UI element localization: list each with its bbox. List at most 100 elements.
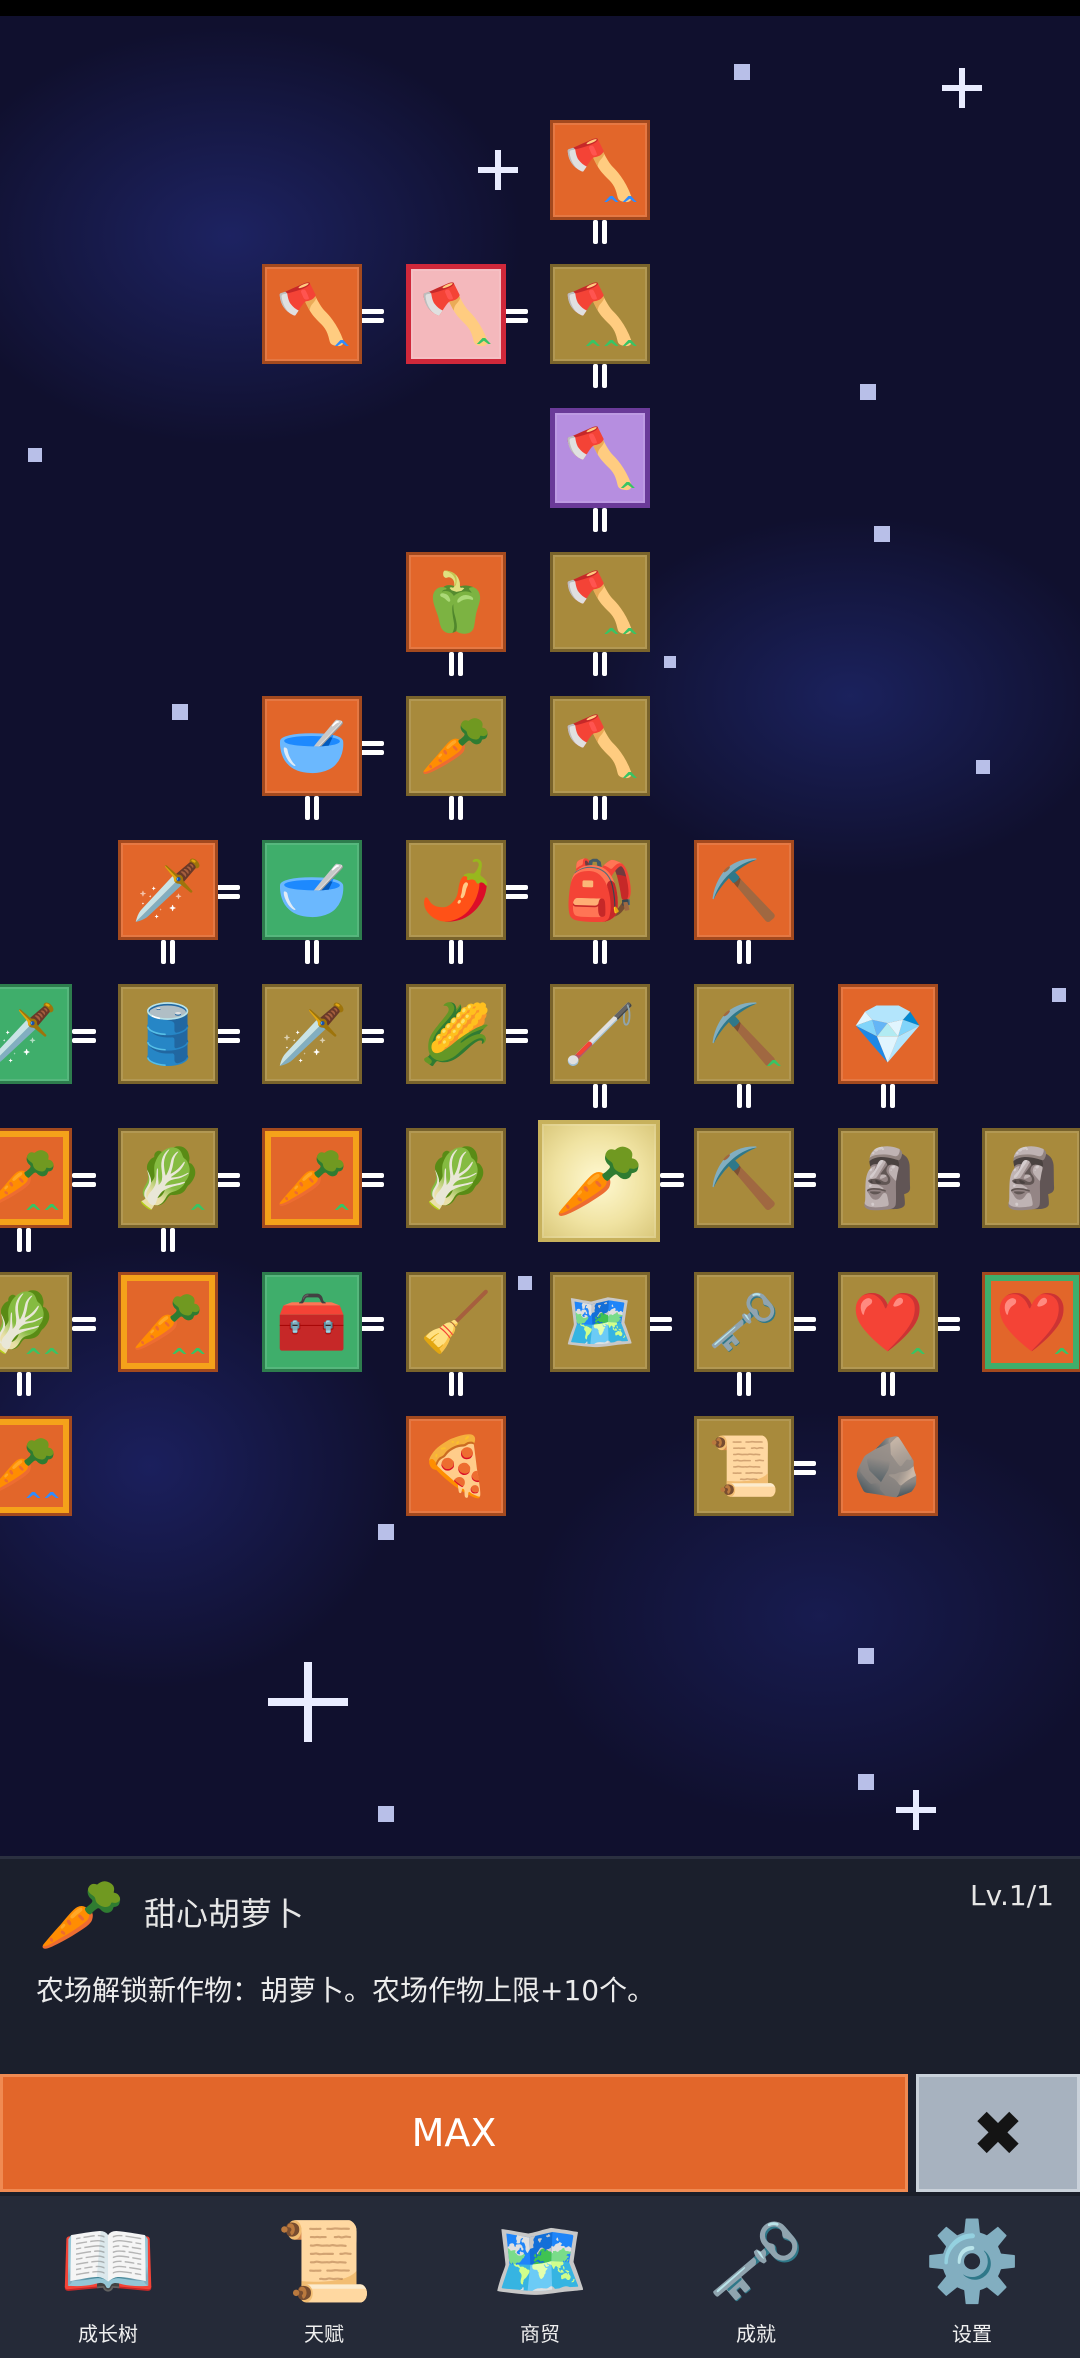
status-bar	[0, 0, 1080, 16]
skill-node-fossil[interactable]: 🪨	[838, 1416, 938, 1516]
skill-node-pickaxe[interactable]: ⛏️	[694, 1128, 794, 1228]
map-icon: 🗺️	[491, 2217, 589, 2307]
skill-node-key[interactable]: 🗝️	[694, 1272, 794, 1372]
skill-node-pickaxe[interactable]: ⛏️ ^	[694, 984, 794, 1084]
skill-tree-canvas[interactable]: 🪓 ^^ 🪓 ^ 🪓 ^ 🪓 ^^^ 🪓 ^ 🫑 🪓 ^^ 🥣 🥕 🪓 ^ 🗡️ 🥣 🌶️ 🎒…	[0, 16, 1080, 1856]
star-dot-icon	[1052, 988, 1066, 1002]
upgrade-chevron-icon: ^^	[24, 1345, 61, 1370]
tree-connector	[936, 1172, 960, 1188]
corn-icon: 🌽	[419, 1000, 493, 1068]
carrot-icon: 🥕	[0, 1437, 58, 1495]
upgrade-chevron-icon: ^	[332, 337, 351, 362]
skill-node-pickaxe[interactable]: ⛏️	[694, 840, 794, 940]
star-sparkle-icon	[268, 1662, 348, 1742]
upgrade-chevron-icon: ^^	[24, 1201, 61, 1226]
skill-info-panel: 🥕 甜心胡萝卜 Lv.1/1 农场解锁新作物：胡萝卜。农场作物上限+10个。	[0, 1856, 1080, 2077]
skill-node-map[interactable]: 🗺️	[550, 1272, 650, 1372]
tree-connector	[360, 1028, 384, 1044]
tree-connector	[16, 1372, 32, 1396]
star-dot-icon	[874, 526, 890, 542]
skill-node-pizza[interactable]: 🍕	[406, 1416, 506, 1516]
skill-node-chili[interactable]: 🌶️	[406, 840, 506, 940]
nav-label: 天赋	[304, 2322, 344, 2346]
staff-icon: 🦯	[563, 1000, 637, 1068]
cabbage-icon: 🥬	[131, 1144, 205, 1212]
skill-node-golden-sword[interactable]: 🗡️	[118, 840, 218, 940]
skill-node-soup-bowl[interactable]: 🥣	[262, 696, 362, 796]
bowl-icon: 🥣	[275, 712, 349, 780]
shovel-icon: 🪓	[563, 280, 637, 348]
skill-node-statue[interactable]: 🗿	[982, 1128, 1080, 1228]
gear-icon: ⚙️	[923, 2217, 1021, 2307]
tree-connector	[448, 1372, 464, 1396]
close-button[interactable]: ✖	[916, 2074, 1080, 2192]
nav-talent[interactable]: 📜 天赋	[216, 2196, 432, 2358]
skill-node-sword[interactable]: 🗡️	[0, 984, 72, 1084]
upgrade-chevron-icon: ^	[1052, 1345, 1071, 1370]
pickaxe-icon: ⛏️	[707, 856, 781, 924]
skill-node-barrel[interactable]: 🛢️	[118, 984, 218, 1084]
star-dot-icon	[976, 760, 990, 774]
skill-node-carrot-selected[interactable]: 🥕	[538, 1120, 660, 1242]
skill-node-cabbage[interactable]: 🥬	[406, 1128, 506, 1228]
scroll-icon: 📜	[707, 1432, 781, 1500]
skill-node-corn[interactable]: 🌽	[406, 984, 506, 1084]
sword-icon: 🗡️	[131, 856, 205, 924]
upgrade-chevron-icon: ^	[474, 335, 493, 360]
tree-connector	[592, 940, 608, 964]
skill-node-cabbage[interactable]: 🥬 ^	[118, 1128, 218, 1228]
skill-node-heart[interactable]: ❤️ ^	[982, 1272, 1080, 1372]
skill-node-chest[interactable]: 🧰	[262, 1272, 362, 1372]
tree-connector	[592, 364, 608, 388]
tree-connector	[592, 652, 608, 676]
skill-node-sword[interactable]: 🗡️	[262, 984, 362, 1084]
star-sparkle-icon	[478, 150, 518, 190]
skill-node-shovel[interactable]: 🪓 ^^	[550, 552, 650, 652]
tree-connector	[660, 1172, 684, 1188]
carrot-icon: 🥕	[0, 1149, 58, 1207]
shovel-icon: 🪓	[563, 136, 637, 204]
nav-achievement[interactable]: 🗝️ 成就	[648, 2196, 864, 2358]
tree-connector	[736, 1084, 752, 1108]
skill-node-statue[interactable]: 🗿	[838, 1128, 938, 1228]
star-sparkle-icon	[896, 1790, 936, 1830]
nav-label: 设置	[952, 2322, 992, 2346]
skill-node-shovel[interactable]: 🪓 ^	[262, 264, 362, 364]
skill-node-backpack[interactable]: 🎒	[550, 840, 650, 940]
nav-trade[interactable]: 🗺️ 商贸	[432, 2196, 648, 2358]
skill-node-crystal[interactable]: 💎	[838, 984, 938, 1084]
nav-growth-tree[interactable]: 📖 成长树	[0, 2196, 216, 2358]
skill-node-heart[interactable]: ❤️ ^	[838, 1272, 938, 1372]
skill-node-pepper[interactable]: 🫑	[406, 552, 506, 652]
skill-node-bowl[interactable]: 🥣	[262, 840, 362, 940]
star-dot-icon	[860, 384, 876, 400]
tree-connector	[72, 1172, 96, 1188]
skill-node-shovel-rare[interactable]: 🪓 ^	[406, 264, 506, 364]
skill-node-carrot[interactable]: 🥕 ^	[262, 1128, 362, 1228]
star-dot-icon	[858, 1774, 874, 1790]
skill-node-carrot[interactable]: 🥕^^	[0, 1416, 72, 1516]
skill-node-carrot[interactable]: 🥕^^	[0, 1128, 72, 1228]
max-button[interactable]: MAX	[0, 2074, 908, 2192]
skill-node-shovel[interactable]: 🪓 ^^	[550, 120, 650, 220]
tree-connector	[792, 1172, 816, 1188]
skill-node-cabbage[interactable]: 🥬^^	[0, 1272, 72, 1372]
skill-node-shovel[interactable]: 🪓 ^^^	[550, 264, 650, 364]
star-dot-icon	[28, 448, 42, 462]
nav-label: 商贸	[520, 2322, 560, 2346]
tree-connector	[792, 1316, 816, 1332]
skill-node-shovel-epic[interactable]: 🪓 ^	[550, 408, 650, 508]
skill-node-stick[interactable]: 🦯	[550, 984, 650, 1084]
star-dot-icon	[378, 1806, 394, 1822]
skill-node-radish[interactable]: 🥕	[406, 696, 506, 796]
skill-node-shovel[interactable]: 🪓 ^	[550, 696, 650, 796]
skill-node-carrot[interactable]: 🥕^^	[118, 1272, 218, 1372]
treasure-chest-icon: 🧰	[275, 1288, 349, 1356]
skill-node-broom[interactable]: 🧹	[406, 1272, 506, 1372]
skill-node-scroll[interactable]: 📜	[694, 1416, 794, 1516]
statue-icon: 🗿	[851, 1144, 925, 1212]
bottom-nav: 📖 成长树 📜 天赋 🗺️ 商贸 🗝️ 成就 ⚙️ 设置	[0, 2192, 1080, 2358]
upgrade-chevron-icon: ^	[908, 1345, 927, 1370]
nav-settings[interactable]: ⚙️ 设置	[864, 2196, 1080, 2358]
barrel-icon: 🛢️	[131, 1000, 205, 1068]
